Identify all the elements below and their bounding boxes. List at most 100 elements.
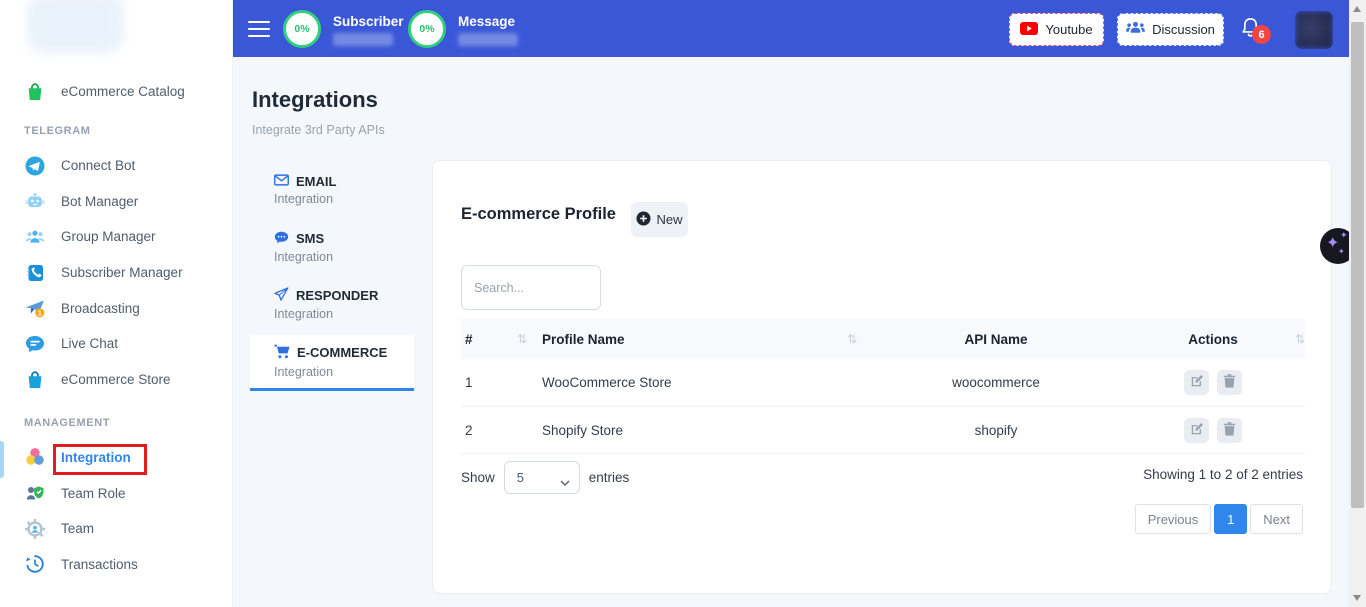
show-label: Show xyxy=(461,470,495,485)
previous-page-button[interactable]: Previous xyxy=(1135,504,1212,534)
subnav-responder-integration[interactable]: RESPONDER Integration xyxy=(250,278,414,335)
email-icon xyxy=(274,174,289,189)
sparkle-icon: ✦ xyxy=(1340,231,1348,241)
contact-book-icon xyxy=(24,262,46,284)
entries-label: entries xyxy=(589,470,630,485)
discussion-button[interactable]: Discussion xyxy=(1117,13,1224,46)
subscriber-percent: 0% xyxy=(294,23,309,35)
sidebar-item-label: eCommerce Store xyxy=(61,372,171,387)
team-gear-icon xyxy=(24,518,46,540)
sidebar-item-label: Broadcasting xyxy=(61,301,140,316)
subnav-email-integration[interactable]: EMAIL Integration xyxy=(250,165,414,222)
send-plane-icon xyxy=(274,287,289,304)
table-header-row: # ⇅ Profile Name ⇅ API Name Actions ⇅ xyxy=(461,319,1305,359)
sidebar-item-label: Live Chat xyxy=(61,336,118,351)
ecommerce-profile-card: E-commerce Profile New # ⇅ Profile Name … xyxy=(432,160,1332,594)
scroll-down-arrow[interactable] xyxy=(1353,595,1361,601)
message-progress-circle: 0% xyxy=(408,10,446,48)
message-stat-label: Message xyxy=(458,14,515,29)
page-1-button[interactable]: 1 xyxy=(1214,504,1247,534)
subnav-label: RESPONDER xyxy=(296,288,378,303)
pagination: Previous 1 Next xyxy=(1135,504,1303,534)
subnav-label: EMAIL xyxy=(296,174,336,189)
search-input[interactable] xyxy=(461,265,601,310)
api-name-cell: woocommerce xyxy=(871,375,1121,390)
shopping-cart-icon xyxy=(274,344,290,362)
subnav-sublabel: Integration xyxy=(274,307,414,321)
edit-icon xyxy=(1190,422,1204,439)
youtube-button-label: Youtube xyxy=(1045,22,1092,37)
hamburger-menu-icon[interactable] xyxy=(248,21,270,41)
edit-button[interactable] xyxy=(1184,418,1209,443)
delete-button[interactable] xyxy=(1217,370,1242,395)
notifications-button[interactable]: 6 xyxy=(1239,15,1279,49)
shopping-bag-green-icon xyxy=(24,81,46,103)
scroll-up-arrow[interactable] xyxy=(1353,6,1361,12)
subnav-sublabel: Integration xyxy=(274,250,414,264)
column-header-actions[interactable]: Actions ⇅ xyxy=(1121,332,1305,347)
discussion-button-label: Discussion xyxy=(1152,22,1215,37)
sidebar-item-label: Group Manager xyxy=(61,229,156,244)
telegram-icon xyxy=(24,155,46,177)
svg-text:1: 1 xyxy=(38,309,42,318)
active-item-indicator xyxy=(0,441,4,478)
integration-circles-icon xyxy=(24,446,46,468)
sidebar-item-team-role[interactable]: Team Role xyxy=(0,475,232,511)
subscriber-stat-label: Subscriber xyxy=(333,14,404,29)
edit-button[interactable] xyxy=(1184,370,1209,395)
page-size-select[interactable]: 5 xyxy=(504,461,580,494)
youtube-button[interactable]: Youtube xyxy=(1009,13,1104,46)
sidebar-item-integration[interactable]: Integration xyxy=(0,440,232,476)
subnav-label: E-COMMERCE xyxy=(297,345,387,360)
trash-icon xyxy=(1223,374,1236,391)
sidebar-item-ecommerce-store[interactable]: eCommerce Store xyxy=(0,362,232,398)
sidebar-item-label: eCommerce Catalog xyxy=(61,84,185,99)
sidebar-item-bot-manager[interactable]: Bot Manager xyxy=(0,183,232,219)
history-clock-icon xyxy=(24,553,46,575)
profile-name-cell: WooCommerce Store xyxy=(541,375,871,390)
sidebar-item-subscriber-manager[interactable]: Subscriber Manager xyxy=(0,255,232,291)
delete-button[interactable] xyxy=(1217,418,1242,443)
integration-subnav: EMAIL Integration SMS Integration RESPON… xyxy=(250,165,414,391)
edit-icon xyxy=(1190,374,1204,391)
sparkle-icon: ✦ xyxy=(1338,247,1345,256)
sort-icon[interactable]: ⇅ xyxy=(847,332,857,346)
next-page-button[interactable]: Next xyxy=(1250,504,1303,534)
sidebar-item-ecommerce-catalog[interactable]: eCommerce Catalog xyxy=(0,74,232,110)
sidebar-item-broadcasting[interactable]: 1 Broadcasting xyxy=(0,290,232,326)
youtube-icon xyxy=(1020,22,1038,38)
user-avatar[interactable] xyxy=(1295,11,1333,49)
subnav-sms-integration[interactable]: SMS Integration xyxy=(250,222,414,279)
new-profile-button[interactable]: New xyxy=(631,202,688,237)
sidebar-item-connect-bot[interactable]: Connect Bot xyxy=(0,148,232,184)
notification-count-badge: 6 xyxy=(1252,25,1271,44)
sidebar-item-live-chat[interactable]: Live Chat xyxy=(0,326,232,362)
sidebar-section-telegram: TELEGRAM xyxy=(0,110,232,148)
chat-bubble-icon xyxy=(24,333,46,355)
sort-icon[interactable]: ⇅ xyxy=(1295,332,1305,346)
panel-title: E-commerce Profile xyxy=(461,205,616,224)
message-stat-value-redacted xyxy=(458,33,518,46)
column-header-api-name[interactable]: API Name xyxy=(871,332,1121,347)
sidebar-item-transactions[interactable]: Transactions xyxy=(0,547,232,583)
sms-icon xyxy=(274,231,289,247)
discussion-users-icon xyxy=(1126,21,1145,38)
showing-entries-text: Showing 1 to 2 of 2 entries xyxy=(1143,467,1303,482)
page-title: Integrations xyxy=(252,87,378,113)
row-number: 1 xyxy=(461,375,541,390)
sidebar-item-group-manager[interactable]: Group Manager xyxy=(0,219,232,255)
column-header-num[interactable]: # ⇅ xyxy=(461,332,541,347)
sidebar-item-label: Bot Manager xyxy=(61,194,138,209)
subnav-label: SMS xyxy=(296,231,324,246)
scrollbar-thumb[interactable] xyxy=(1351,22,1364,508)
robot-icon xyxy=(24,190,46,212)
role-shield-icon xyxy=(24,482,46,504)
sidebar-item-team[interactable]: Team xyxy=(0,511,232,547)
users-group-icon xyxy=(24,226,46,248)
broadcast-plane-icon: 1 xyxy=(24,297,46,319)
sort-icon[interactable]: ⇅ xyxy=(517,332,527,346)
subnav-sublabel: Integration xyxy=(274,365,414,379)
column-header-profile-name[interactable]: Profile Name ⇅ xyxy=(541,332,871,347)
subnav-ecommerce-integration[interactable]: E-COMMERCE Integration xyxy=(250,335,414,392)
table-row: 2 Shopify Store shopify xyxy=(461,407,1305,454)
